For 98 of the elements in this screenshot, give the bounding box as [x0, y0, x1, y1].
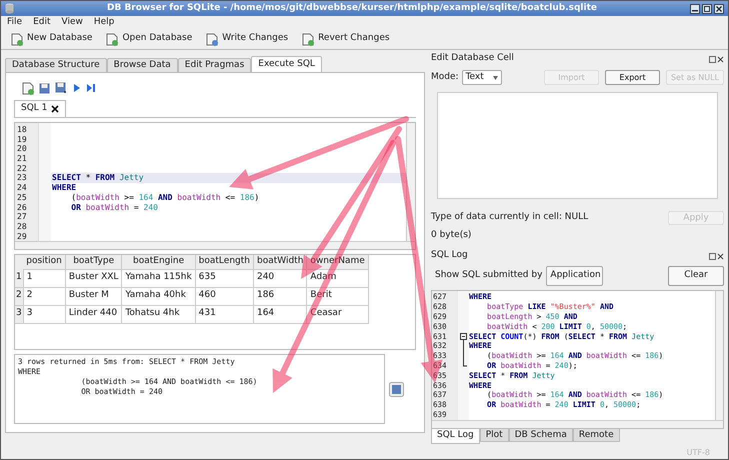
- database-icon: [5, 3, 14, 14]
- table-cell: Yamaha 40hk: [122, 287, 196, 305]
- save-icon[interactable]: [39, 82, 50, 94]
- table-cell: 1: [23, 269, 66, 287]
- toolbar-button[interactable]: Revert Changes: [302, 32, 390, 46]
- mode-dropdown[interactable]: Text: [462, 70, 502, 86]
- sql-editor[interactable]: 18 19 20 21 22 23 24 25 26 27 28 29 SELECT * FROM Jetty WHERE (boatWidth >= 164 AND boatWidth <= 186) OR boatWidth = 240: [14, 122, 416, 250]
- save-as-icon[interactable]: [55, 82, 67, 94]
- panel-title: SQL Log: [431, 249, 468, 262]
- toolbar-button[interactable]: New Database: [11, 32, 92, 46]
- float-icon[interactable]: [709, 56, 716, 62]
- table-cell: 431: [195, 305, 254, 323]
- line-number: 22: [17, 164, 27, 173]
- scrollbar[interactable]: [15, 241, 415, 249]
- cell-type-info: Type of data currently in cell: NULL: [431, 211, 590, 224]
- code-line: OR boatWidth = 240: [70, 202, 158, 212]
- caret-icon: [492, 76, 498, 80]
- source-dropdown[interactable]: Application: [546, 266, 604, 286]
- line-number: 28: [17, 222, 27, 231]
- save-icon[interactable]: [389, 382, 404, 396]
- menu-item[interactable]: Edit: [33, 16, 50, 30]
- maximize-icon[interactable]: [702, 4, 712, 14]
- line-number: 24: [17, 183, 27, 192]
- table-cell: Buster M: [65, 287, 122, 305]
- column-header[interactable]: position: [23, 255, 66, 269]
- tab[interactable]: Plot: [480, 429, 509, 442]
- table-cell: Ceasar: [306, 305, 368, 323]
- table-cell: 2: [23, 287, 66, 305]
- tab[interactable]: Browse Data: [106, 58, 178, 72]
- row-header[interactable]: 2: [15, 287, 24, 305]
- tab[interactable]: Database Structure: [5, 58, 107, 72]
- line-number: 19: [17, 134, 27, 144]
- table-cell: 3: [23, 305, 66, 323]
- document-icon[interactable]: [22, 82, 34, 94]
- document-icon[interactable]: [11, 32, 23, 46]
- column-header[interactable]: boatLength: [195, 255, 254, 269]
- scrollbar[interactable]: [715, 291, 723, 420]
- scrollbar[interactable]: [432, 420, 723, 428]
- code-line: SELECT * FROM Jetty: [52, 173, 144, 182]
- table-cell: 460: [195, 287, 254, 305]
- table-cell: Yamaha 115hk: [122, 269, 196, 287]
- toolbar-button[interactable]: Open Database: [106, 32, 192, 46]
- code-line: (boatWidth >= 164 AND boatWidth <= 186): [70, 192, 260, 202]
- close-icon[interactable]: [51, 105, 60, 113]
- clear-button[interactable]: Clear: [668, 266, 724, 286]
- float-icon[interactable]: [709, 252, 716, 260]
- line-number: 21: [17, 154, 27, 164]
- line-number: 25: [17, 192, 27, 202]
- menu-item[interactable]: File: [7, 16, 22, 30]
- close-icon[interactable]: [717, 252, 724, 260]
- table-cell: Tohatsu 4hk: [122, 305, 196, 323]
- document-icon[interactable]: [106, 32, 118, 46]
- document-icon[interactable]: [302, 32, 314, 46]
- line-number: 27: [17, 212, 27, 222]
- table-cell: Adam: [306, 269, 368, 287]
- filter-label: Show SQL submitted by: [435, 268, 542, 282]
- table-cell: 240: [253, 269, 307, 287]
- code-line: WHERE: [52, 183, 76, 192]
- column-header[interactable]: boatEngine: [122, 255, 196, 269]
- table-cell: 186: [253, 287, 307, 305]
- column-header[interactable]: boatWidth: [253, 255, 307, 269]
- menu-item[interactable]: Help: [94, 16, 114, 30]
- play-icon[interactable]: [72, 83, 81, 93]
- action-button[interactable]: Export: [605, 70, 660, 86]
- menu-item[interactable]: View: [62, 16, 83, 30]
- document-icon[interactable]: [206, 32, 218, 46]
- tab[interactable]: SQL Log: [431, 429, 480, 444]
- scrollbar[interactable]: [406, 123, 415, 241]
- row-header[interactable]: 1: [15, 269, 24, 287]
- tab[interactable]: Edit Pragmas: [178, 58, 252, 72]
- line-number: 26: [17, 202, 27, 212]
- cell-editor[interactable]: [437, 92, 718, 200]
- close-icon[interactable]: [717, 56, 724, 62]
- close-icon[interactable]: [714, 4, 724, 14]
- table-cell: 164: [253, 305, 307, 323]
- minimize-icon[interactable]: [690, 4, 700, 14]
- line-number: 29: [17, 232, 27, 241]
- play-line-icon[interactable]: [86, 83, 96, 93]
- cell-size-info: 0 byte(s): [431, 228, 472, 242]
- row-header[interactable]: 3: [15, 305, 24, 323]
- column-header[interactable]: ownerName: [306, 255, 368, 269]
- tab[interactable]: Remote: [572, 429, 620, 442]
- window-title: DB Browser for SQLite - /home/mos/git/dbwebbse/kurser/htmlphp/example/sqlite/boatclub.sqlite: [106, 2, 598, 15]
- panel-title: Edit Database Cell: [431, 52, 514, 66]
- toolbar-button[interactable]: Write Changes: [206, 32, 288, 46]
- table-cell: Berit: [306, 287, 368, 305]
- column-header[interactable]: boatType: [65, 255, 122, 269]
- table-cell: Linder 440: [65, 305, 122, 323]
- tab[interactable]: DB Schema: [508, 429, 573, 442]
- tab[interactable]: Execute SQL: [251, 56, 322, 72]
- mode-label: Mode:: [431, 70, 459, 84]
- line-number: 23: [17, 173, 27, 182]
- editor-tab[interactable]: SQL 1: [14, 100, 66, 117]
- line-number: 18: [17, 125, 27, 134]
- fold-icon[interactable]: [460, 332, 467, 342]
- line-number: 20: [17, 144, 27, 154]
- table-cell: 635: [195, 269, 254, 287]
- table-cell: Buster XXL: [65, 269, 122, 287]
